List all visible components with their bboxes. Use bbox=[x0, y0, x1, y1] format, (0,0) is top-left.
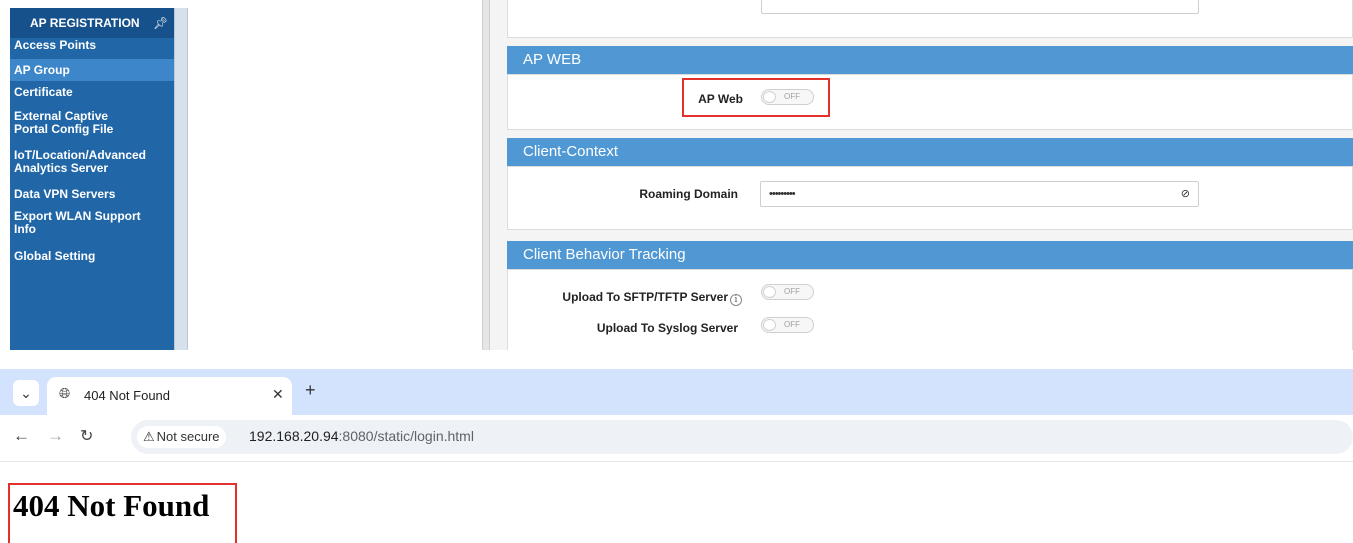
tab-search-button[interactable]: ⌄ bbox=[13, 380, 39, 406]
url-text: 192.168.20.94:8080/static/login.html bbox=[249, 428, 474, 444]
toggle-state: OFF bbox=[784, 320, 800, 329]
warning-icon: ⚠︎ bbox=[143, 429, 155, 444]
sidebar-item-global-setting[interactable]: Global Setting bbox=[10, 250, 176, 267]
sidebar-item-certificate[interactable]: Certificate bbox=[10, 86, 176, 103]
client-behavior-header: Client Behavior Tracking bbox=[507, 241, 1353, 269]
sidebar-item-data-vpn-servers[interactable]: Data VPN Servers bbox=[10, 188, 176, 205]
url-path: :8080/static/login.html bbox=[338, 428, 474, 444]
ap-web-header: AP WEB bbox=[507, 46, 1353, 74]
middle-pane bbox=[188, 0, 482, 350]
sftp-upload-label: Upload To SFTP/TFTP Server bbox=[562, 290, 728, 304]
client-context-header: Client-Context bbox=[507, 138, 1353, 166]
chevron-down-icon: ⌄ bbox=[20, 385, 32, 401]
previous-section-panel bbox=[507, 0, 1353, 38]
section-title: Client-Context bbox=[523, 143, 619, 160]
sftp-upload-toggle[interactable]: OFF bbox=[761, 284, 814, 300]
toggle-state: OFF bbox=[784, 287, 800, 296]
toggle-knob bbox=[763, 319, 776, 331]
sidebar-item-ap-group[interactable]: AP Group bbox=[10, 59, 176, 81]
tab-title: 404 Not Found bbox=[84, 388, 171, 403]
ap-web-highlight-box bbox=[682, 78, 830, 117]
sidebar-item-label: External Captive Portal Config File bbox=[14, 109, 114, 136]
sidebar-item-label: Global Setting bbox=[14, 249, 96, 263]
sidebar-item-label: Export WLAN Support Info bbox=[14, 209, 141, 236]
syslog-upload-label: Upload To Syslog Server bbox=[596, 321, 738, 335]
sidebar: AP REGISTRATION 📌︎ Access Points AP Grou… bbox=[10, 8, 176, 350]
sftp-upload-row: Upload To SFTP/TFTP Server i bbox=[550, 290, 742, 306]
new-tab-button[interactable]: + bbox=[305, 380, 316, 401]
sidebar-item-iot-location[interactable]: IoT/Location/Advanced Analytics Server bbox=[10, 149, 160, 177]
forward-arrow-icon[interactable]: → bbox=[47, 426, 64, 446]
close-icon[interactable]: ✕ bbox=[272, 386, 284, 403]
page-body: 404 Not Found bbox=[0, 463, 1353, 543]
toggle-knob bbox=[763, 286, 776, 298]
sidebar-item-label: Data VPN Servers bbox=[14, 187, 116, 201]
eye-slash-icon[interactable]: ⊘ bbox=[1181, 187, 1190, 200]
security-label: Not secure bbox=[156, 429, 220, 444]
sidebar-item-label: AP Group bbox=[14, 63, 70, 77]
sidebar-item-external-captive-portal[interactable]: External Captive Portal Config File bbox=[10, 110, 140, 138]
browser-tab[interactable]: 🌐︎ 404 Not Found ✕ bbox=[47, 377, 292, 415]
globe-icon: 🌐︎ bbox=[59, 385, 71, 401]
roaming-domain-label: Roaming Domain bbox=[639, 187, 738, 201]
sidebar-scroll-border bbox=[174, 8, 188, 350]
back-arrow-icon[interactable]: ← bbox=[13, 426, 30, 446]
browser-tab-strip: ⌄ 🌐︎ 404 Not Found ✕ + bbox=[0, 369, 1353, 415]
sidebar-item-label: IoT/Location/Advanced Analytics Server bbox=[14, 148, 147, 175]
url-host: 192.168.20.94 bbox=[249, 428, 339, 444]
reload-icon[interactable]: ↻ bbox=[80, 426, 93, 446]
roaming-domain-value: ••••••••• bbox=[769, 188, 796, 200]
sidebar-header: AP REGISTRATION bbox=[10, 8, 176, 38]
info-icon[interactable]: i bbox=[730, 294, 742, 306]
error-highlight-box bbox=[8, 483, 237, 543]
roaming-domain-input[interactable]: ••••••••• ⊘ bbox=[760, 181, 1199, 207]
section-title: Client Behavior Tracking bbox=[523, 246, 686, 263]
ap-web-panel bbox=[507, 74, 1353, 130]
section-title: AP WEB bbox=[523, 51, 582, 68]
syslog-upload-toggle[interactable]: OFF bbox=[761, 317, 814, 333]
sidebar-item-access-points[interactable]: Access Points bbox=[10, 39, 176, 56]
pin-icon[interactable]: 📌︎ bbox=[153, 8, 168, 38]
sidebar-item-export-wlan[interactable]: Export WLAN Support Info bbox=[10, 210, 150, 238]
previous-input[interactable] bbox=[761, 0, 1199, 14]
security-chip[interactable]: ⚠︎ Not secure bbox=[137, 426, 226, 448]
sidebar-item-label: Certificate bbox=[14, 85, 73, 99]
address-bar[interactable]: ⚠︎ Not secure 192.168.20.94:8080/static/l… bbox=[131, 420, 1353, 454]
client-behavior-panel bbox=[507, 269, 1353, 350]
sidebar-item-label: Access Points bbox=[14, 38, 97, 52]
browser-toolbar: ← → ↻ ⚠︎ Not secure 192.168.20.94:8080/st… bbox=[0, 415, 1353, 462]
pane-divider[interactable] bbox=[482, 0, 490, 350]
sidebar-title: AP REGISTRATION bbox=[30, 16, 140, 30]
ap-config-screenshot: AP REGISTRATION 📌︎ Access Points AP Grou… bbox=[0, 0, 1353, 350]
main-content: AP WEB AP Web OFF Client-Context Roaming… bbox=[490, 0, 1353, 350]
